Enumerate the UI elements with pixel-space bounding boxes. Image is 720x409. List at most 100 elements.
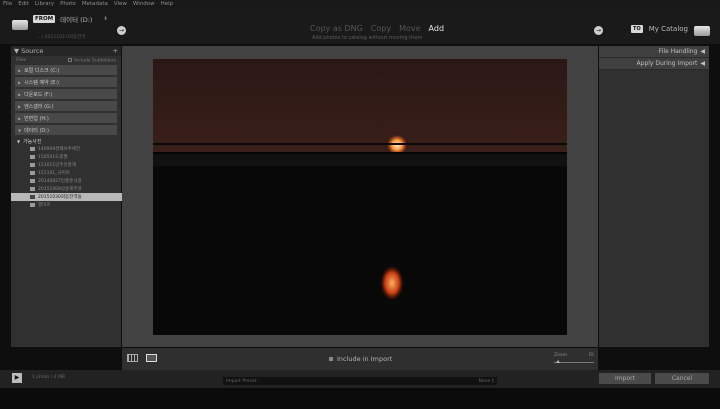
mode-description: Add photos to catalog without moving the… [312, 35, 423, 41]
menu-edit[interactable]: Edit [18, 1, 29, 7]
source-title: Source [21, 47, 44, 55]
zoom-slider[interactable] [554, 362, 594, 363]
checkbox-icon[interactable] [329, 357, 333, 361]
collapse-triangle-icon[interactable]: ▼ [17, 139, 20, 144]
mode-copy[interactable]: Copy [371, 24, 391, 33]
expand-triangle-icon[interactable]: ▶ [18, 92, 21, 97]
folder-icon [30, 171, 35, 175]
apply-during-import-label: Apply During Import [636, 60, 698, 67]
catalog-drive-icon [694, 26, 710, 36]
expand-triangle-icon[interactable]: ▶ [18, 116, 21, 121]
drive-label: 엔스갤러 (G:) [24, 103, 54, 110]
to-badge: TO [631, 25, 643, 33]
arrow-right-icon: → [594, 26, 603, 35]
menu-view[interactable]: View [114, 1, 127, 7]
expand-triangle-icon[interactable]: ▶ [18, 104, 21, 109]
folder-label: 151101_국미아 [38, 171, 70, 176]
files-label: Files [16, 58, 26, 63]
folder-root[interactable]: ▼ 가능사진 [11, 137, 121, 145]
photo-preview[interactable] [153, 59, 567, 335]
folder-label: 20151009삼송계주골 [38, 187, 82, 192]
arrow-right-icon: → [117, 26, 126, 35]
options-panel: File Handling ◀ Apply During Import ◀ [599, 46, 709, 347]
folder-label: 140909경례보추에전 [38, 147, 81, 152]
zoom-label: Zoom [554, 353, 567, 358]
menu-photo[interactable]: Photo [60, 1, 76, 7]
include-in-import-toggle[interactable]: Include in Import [329, 355, 392, 363]
expand-triangle-icon[interactable]: ▶ [18, 68, 21, 73]
folder-item[interactable]: 151101_국미아 [11, 169, 121, 177]
folder-item[interactable]: 열미즈 [11, 201, 121, 209]
drive-label: 반변업 (H:) [24, 115, 49, 122]
from-source[interactable]: 데이터 (D:) [60, 14, 92, 24]
menu-help[interactable]: Help [161, 1, 174, 7]
sunset-photo [153, 59, 567, 335]
apply-during-import-section[interactable]: Apply During Import ◀ [599, 58, 709, 70]
drive-item[interactable]: ▼ 데이터 (D:) [15, 125, 117, 135]
import-preset-selector[interactable]: Import Preset : None ‡ [223, 377, 497, 385]
checkbox-icon[interactable] [68, 57, 73, 62]
loupe-view-icon[interactable] [146, 354, 157, 362]
to-section[interactable]: TO My Catalog [631, 24, 710, 36]
collapse-triangle-icon: ◀ [700, 48, 705, 55]
drive-label: 다운로드 (F:) [24, 91, 53, 98]
photo-count: 1 photo / 4 MB [32, 375, 65, 380]
play-icon[interactable]: ▶ [12, 373, 22, 383]
folder-item[interactable]: 20140827인홍준식랑 [11, 177, 121, 185]
source-dropdown-icon[interactable]: ⬍ [103, 16, 107, 22]
from-badge: FROM [33, 15, 56, 23]
catalog-name: My Catalog [648, 25, 688, 33]
folder-item[interactable]: 20151009삼송계주골 [11, 185, 121, 193]
folder-label: 가능사진 [23, 138, 42, 145]
folder-icon [30, 195, 35, 199]
mode-add[interactable]: Add [429, 24, 445, 33]
folder-icon [30, 203, 35, 207]
drive-item[interactable]: ▶ 다운로드 (F:) [15, 89, 117, 99]
import-button[interactable]: Import [599, 373, 651, 384]
zoom-slider-handle[interactable] [556, 360, 560, 363]
folder-item[interactable]: 151011인주유홍계 [11, 161, 121, 169]
drive-item[interactable]: ▶ 엔스갤러 (G:) [15, 101, 117, 111]
add-source-button[interactable]: + [113, 47, 118, 55]
import-preset-label: Import Preset : [226, 378, 260, 384]
include-subfolders-label: Include Subfolders [74, 58, 116, 64]
import-modes: Copy as DNG Copy Move Add [310, 24, 444, 33]
drive-icon [12, 20, 28, 30]
mode-move[interactable]: Move [399, 24, 420, 33]
import-header: FROM 데이터 (D:) ⬍ ... \ 2015103 0회동전역 ... … [0, 8, 720, 44]
folder-item[interactable]: 150501도봉월 [11, 153, 121, 161]
expand-triangle-icon[interactable]: ▶ [18, 80, 21, 85]
include-subfolders-toggle[interactable]: Include Subfolders [68, 57, 116, 64]
menu-window[interactable]: Window [133, 1, 155, 7]
grid-view-icon[interactable] [127, 354, 138, 362]
menu-metadata[interactable]: Metadata [82, 1, 108, 7]
include-in-import-label: Include in Import [337, 355, 393, 363]
folder-icon [30, 163, 35, 167]
folder-icon [30, 179, 35, 183]
menu-file[interactable]: File [3, 1, 12, 7]
source-header[interactable]: ▼ Source + [11, 46, 121, 56]
folder-icon [30, 147, 35, 151]
mode-copy-as-dng[interactable]: Copy as DNG [310, 24, 363, 33]
folder-label: 150501도봉월 [38, 155, 68, 160]
file-handling-section[interactable]: File Handling ◀ [599, 46, 709, 58]
drive-item[interactable]: ▶ 반변업 (H:) [15, 113, 117, 123]
drive-item[interactable]: ▶ 로컬 디스크 (C:) [15, 65, 117, 75]
drive-label: 시스템 예약 (E:) [24, 79, 60, 86]
files-row: Files Include Subfolders [11, 56, 121, 65]
menu-library[interactable]: Library [35, 1, 54, 7]
folder-label: 열미즈 [38, 203, 51, 208]
cancel-button[interactable]: Cancel [655, 373, 709, 384]
bottom-strip [0, 388, 720, 409]
from-path: ... \ 2015103 0회동전역 ... [36, 35, 92, 40]
preview-area [122, 46, 598, 347]
menu-bar: File Edit Library Photo Metadata View Wi… [0, 0, 720, 8]
preview-toolbar: Include in Import Zoom Fit [122, 348, 598, 370]
folder-item-selected[interactable]: 20151030회동전역들 [11, 193, 125, 201]
file-handling-label: File Handling [658, 48, 698, 55]
folder-item[interactable]: 140909경례보추에전 [11, 145, 121, 153]
drive-label: 데이터 (D:) [24, 127, 49, 134]
from-section[interactable]: FROM 데이터 (D:) ⬍ [12, 14, 108, 30]
collapse-triangle-icon[interactable]: ▼ [18, 128, 21, 133]
drive-item[interactable]: ▶ 시스템 예약 (E:) [15, 77, 117, 87]
